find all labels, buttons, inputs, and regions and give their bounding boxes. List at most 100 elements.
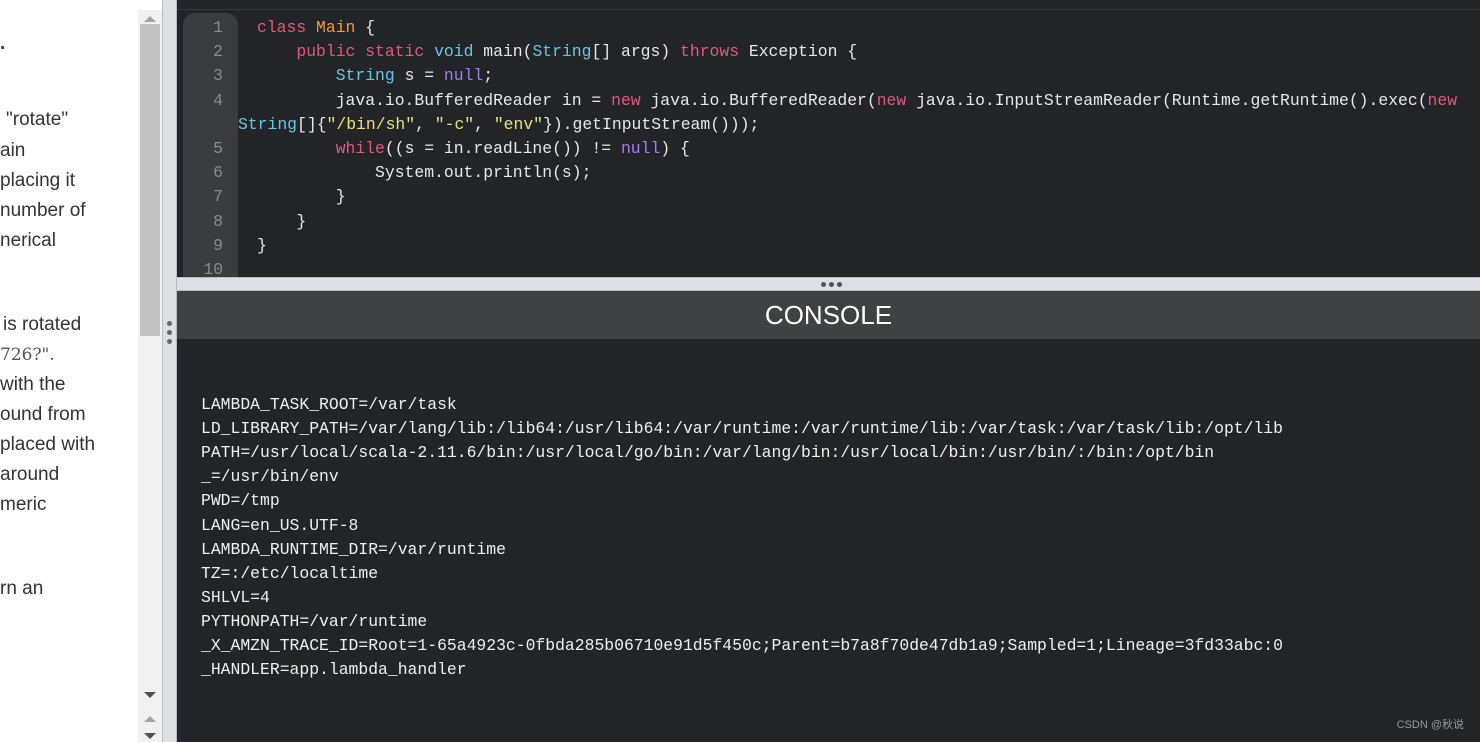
- code-line[interactable]: 6 System.out.println(s);: [177, 161, 1480, 185]
- code-text: String[]{"/bin/sh", "-c", "env"}).getInp…: [238, 113, 759, 137]
- description-text: is rotated: [3, 314, 82, 335]
- code-text: }: [257, 234, 267, 258]
- code-token: }: [257, 187, 346, 207]
- code-token: ,: [415, 114, 435, 134]
- code-token: ,: [474, 114, 494, 134]
- scroll-up-icon[interactable]: [144, 716, 156, 722]
- console-header: CONSOLE: [177, 291, 1480, 339]
- code-line[interactable]: 4 java.io.BufferedReader in = new java.i…: [177, 89, 1480, 113]
- code-text: System.out.println(s);: [257, 161, 591, 185]
- code-token: main(: [483, 42, 533, 62]
- console-line: PYTHONPATH=/var/runtime: [201, 611, 428, 631]
- code-token: class: [257, 18, 317, 37]
- console-line: LAMBDA_RUNTIME_DIR=/var/runtime: [201, 539, 506, 559]
- code-token: }: [257, 211, 307, 231]
- code-line[interactable]: 10: [177, 258, 1480, 277]
- drag-handle-icon: [821, 282, 826, 287]
- line-number: 5: [213, 139, 223, 158]
- description-text: placing it: [0, 170, 75, 191]
- code-line[interactable]: 7 }: [177, 185, 1480, 209]
- console-line: PATH=/usr/local/scala-2.11.6/bin:/usr/lo…: [201, 443, 1215, 463]
- console-line: _=/usr/bin/env: [201, 467, 339, 487]
- console-line: TZ=:/etc/localtime: [201, 563, 379, 583]
- code-editor[interactable]: 1 class Main {2 public static void main(S…: [177, 0, 1480, 277]
- editor-top-border: [177, 9, 1480, 10]
- drag-handle-icon: [167, 321, 172, 326]
- code-text: class Main {: [257, 16, 375, 40]
- code-token: [] args): [591, 42, 681, 62]
- code-token: "/bin/sh": [326, 114, 416, 134]
- vertical-split-handle[interactable]: [162, 0, 177, 742]
- code-token: Exception {: [748, 42, 858, 62]
- scroll-down-icon[interactable]: [144, 692, 156, 698]
- description-text: "rotate": [6, 109, 69, 130]
- drag-handle-dot: [167, 339, 172, 344]
- code-line[interactable]: 1 class Main {: [177, 16, 1480, 40]
- code-line[interactable]: 5 while((s = in.readLine()) != null) {: [177, 137, 1480, 161]
- code-line[interactable]: 3 String s = null;: [177, 64, 1480, 88]
- console-output: LAMBDA_TASK_ROOT=/var/task LD_LIBRARY_PAT…: [177, 339, 1480, 742]
- description-text: meric: [0, 494, 47, 515]
- line-number: 1: [213, 18, 223, 37]
- code-token: "env": [493, 114, 543, 134]
- code-token: java.io.InputStreamReader(Runtime.getRun…: [916, 90, 1428, 110]
- code-line[interactable]: 2 public static void main(String[] args)…: [177, 40, 1480, 64]
- code-token: java.io.BufferedReader in =: [257, 90, 612, 110]
- code-token: while: [335, 139, 385, 158]
- line-number: 6: [213, 163, 223, 183]
- code-token: throws: [680, 42, 749, 62]
- code-token: ;: [483, 66, 494, 86]
- code-token: []{: [297, 114, 327, 134]
- code-token: }: [257, 235, 267, 255]
- line-number: 8: [213, 211, 223, 231]
- code-token: "-c": [434, 114, 475, 134]
- line-number: 9: [213, 235, 223, 255]
- scroll-up-icon[interactable]: [144, 16, 156, 22]
- console-line: _X_AMZN_TRACE_ID=Root=1-65a4923c-0fbda28…: [201, 636, 1283, 655]
- code-token: ) {: [660, 139, 690, 158]
- code-line[interactable]: 9}: [177, 234, 1480, 258]
- description-text: with the: [0, 374, 66, 395]
- code-token: String: [532, 42, 592, 62]
- problem-description-panel: . "rotate" ain placing it number of neri…: [0, 0, 138, 742]
- description-text: 726?".: [0, 345, 55, 365]
- description-text: nerical: [0, 230, 56, 251]
- console-line: LD_LIBRARY_PATH=/var/lang/lib:/lib64:/us…: [201, 419, 1283, 439]
- scroll-down-icon[interactable]: [144, 733, 156, 739]
- console-line: SHLVL=4: [201, 587, 270, 607]
- code-text: public static void main(String[] args) t…: [257, 40, 857, 64]
- console-line: LAMBDA_TASK_ROOT=/var/task: [201, 395, 457, 414]
- code-text: while((s = in.readLine()) != null) {: [257, 137, 690, 161]
- code-token: String: [335, 66, 405, 86]
- code-token: Main: [316, 18, 356, 37]
- description-text: rn an: [0, 578, 44, 599]
- line-number: 2: [213, 42, 223, 62]
- description-scrollbar[interactable]: [138, 10, 162, 742]
- drag-handle-dot: [829, 282, 834, 287]
- scrollbar-thumb[interactable]: [140, 24, 160, 336]
- code-token: java.io.BufferedReader(: [650, 90, 877, 110]
- code-token: String: [238, 114, 298, 134]
- code-text: }: [257, 185, 346, 209]
- horizontal-split-handle[interactable]: [177, 277, 1480, 291]
- code-line[interactable]: String[]{"/bin/sh", "-c", "env"}).getInp…: [177, 113, 1480, 137]
- description-text: ound from: [0, 404, 86, 425]
- drag-handle-dot: [837, 282, 842, 287]
- code-token: ((s = in.readLine()) !=: [384, 139, 621, 158]
- code-token: new: [876, 90, 917, 110]
- console-title: CONSOLE: [764, 300, 893, 330]
- code-text: String s = null;: [257, 64, 493, 88]
- description-text: number of: [0, 200, 86, 221]
- code-text: java.io.BufferedReader in = new java.io.…: [257, 89, 1457, 113]
- code-line[interactable]: 8 }: [177, 210, 1480, 234]
- line-number: 10: [203, 260, 223, 277]
- line-number: 4: [213, 90, 223, 110]
- code-token: null: [443, 66, 484, 86]
- line-number: 3: [213, 66, 223, 86]
- description-text: around: [0, 464, 60, 485]
- console-line: _HANDLER=app.lambda_handler: [201, 660, 467, 680]
- line-number: 7: [213, 187, 223, 207]
